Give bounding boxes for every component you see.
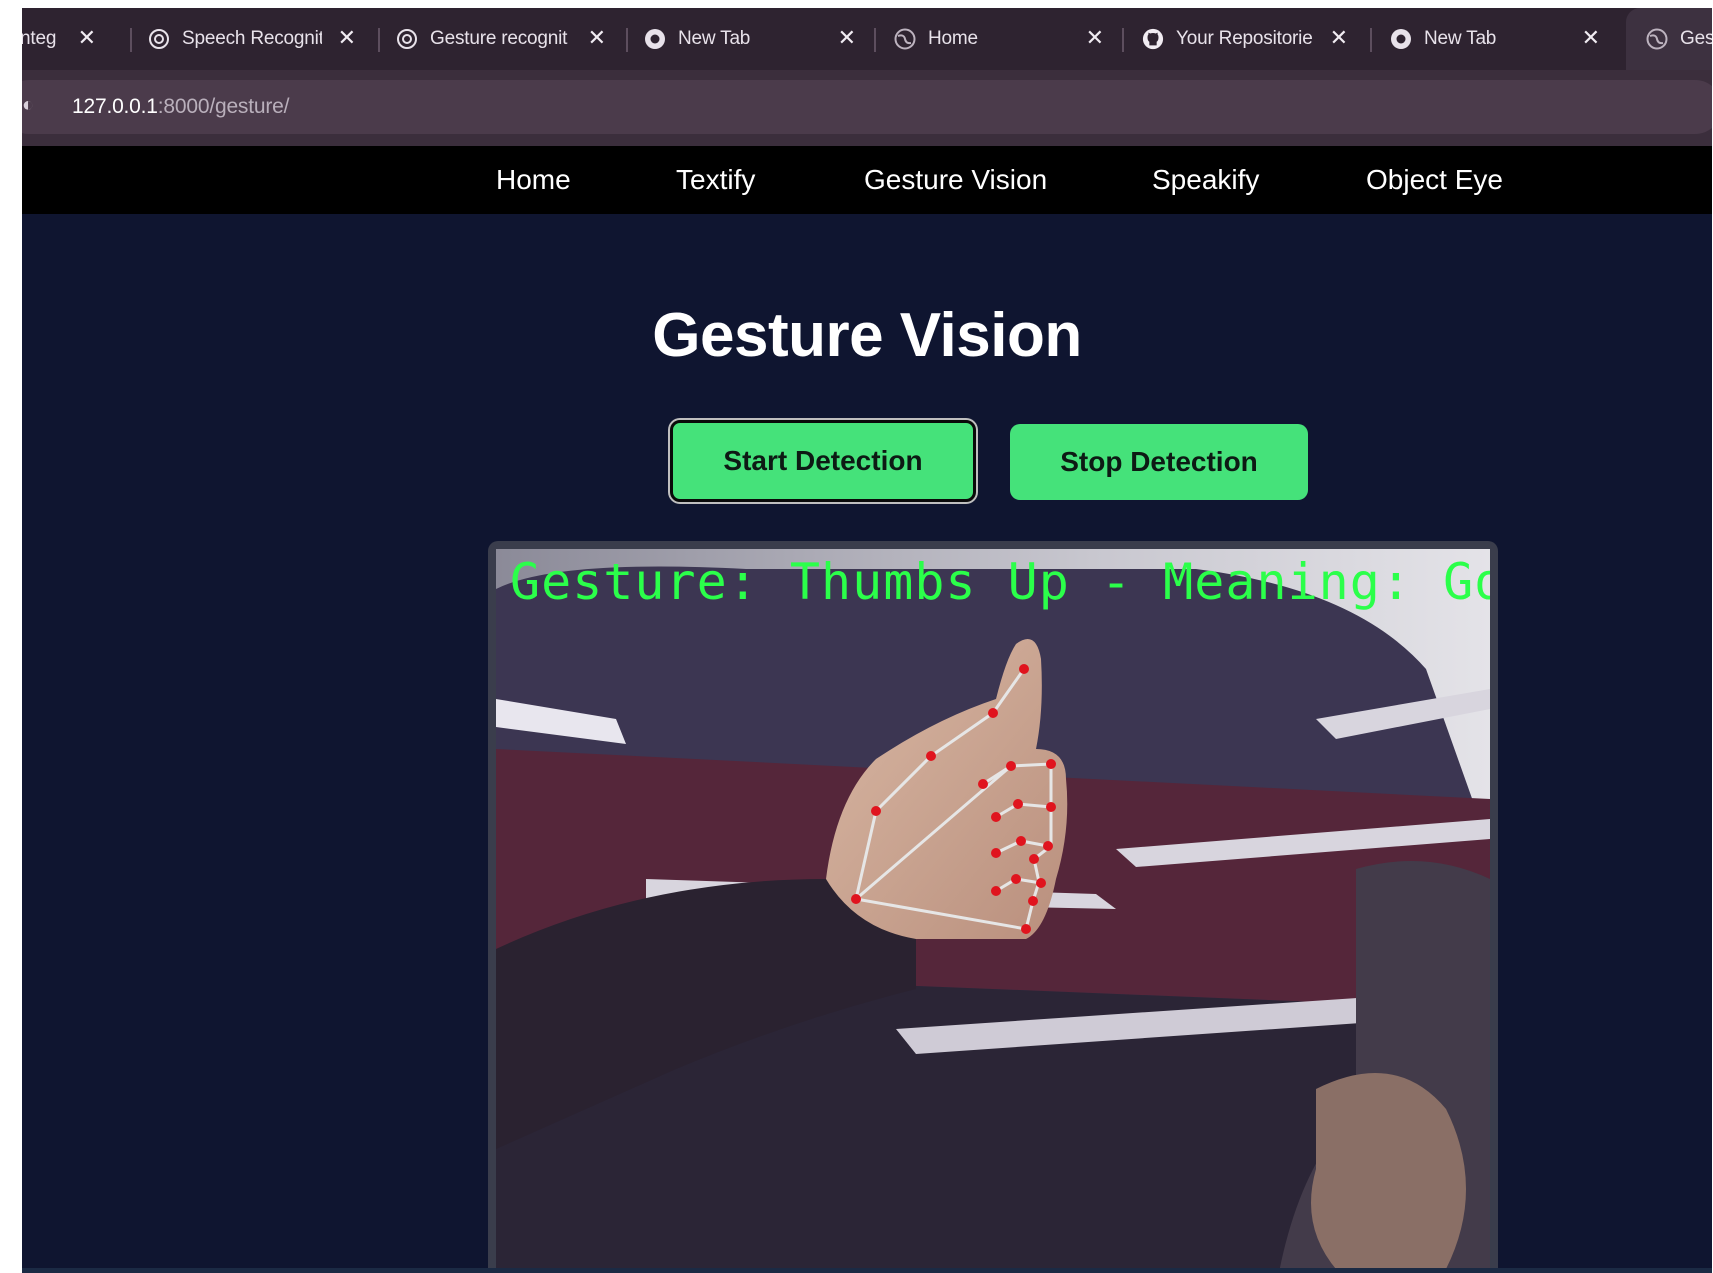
nav-gesture-vision[interactable]: Gesture Vision [864,164,1047,196]
tab-label: Your Repositorie [1176,28,1313,49]
video-container: Gesture: Thumbs Up - Meaning: Good j [488,541,1498,1273]
tab-strip: nteg ✕ Speech Recognit ✕ Gesture recogni… [22,8,1712,71]
browser-window: nteg ✕ Speech Recognit ✕ Gesture recogni… [22,8,1712,1273]
openai-icon [396,28,418,50]
tab-label: New Tab [1424,28,1497,49]
url-field[interactable]: ◐ 127.0.0.1:8000/gesture/ [22,80,1712,134]
globe-icon [1646,28,1668,50]
tab-github-repositories[interactable]: Your Repositorie ✕ [1138,8,1378,70]
tab-label: nteg [22,28,57,49]
tab-label: Gesture recognit [430,28,568,49]
close-icon[interactable]: ✕ [1582,25,1600,51]
tab-label: Speech Recognit [182,28,322,49]
site-nav: Home Textify Gesture Vision Speakify Obj… [22,146,1712,214]
tab-gesture-recognition[interactable]: Gesture recognit ✕ [392,8,632,70]
address-bar: ◐ 127.0.0.1:8000/gesture/ [22,70,1712,146]
chrome-icon [644,28,666,50]
close-icon[interactable]: ✕ [588,25,606,51]
url-text: 127.0.0.1:8000/gesture/ [72,95,290,118]
tab-speech-recognition[interactable]: Speech Recognit ✕ [144,8,384,70]
tab-gesture-active[interactable]: Gestur [1626,8,1712,70]
tab-label: Gestur [1680,28,1712,49]
stop-detection-button[interactable]: Stop Detection [1010,424,1308,500]
close-icon[interactable]: ✕ [1086,25,1104,51]
gesture-result-overlay: Gesture: Thumbs Up - Meaning: Good j [510,553,1490,611]
nav-textify[interactable]: Textify [676,164,755,196]
site-info-icon[interactable]: ◐ [22,94,46,120]
chrome-icon [1390,28,1412,50]
close-icon[interactable]: ✕ [338,25,356,51]
webcam-feed: Gesture: Thumbs Up - Meaning: Good j [496,549,1490,1273]
tab-label: New Tab [678,28,751,49]
nav-speakify[interactable]: Speakify [1152,164,1259,196]
tab-new-tab[interactable]: New Tab ✕ [642,8,882,70]
nav-object-eye[interactable]: Object Eye [1366,164,1503,196]
hand-landmarks [851,664,1056,934]
tab-label: Home [928,28,978,49]
tab-new-tab-2[interactable]: New Tab ✕ [1386,8,1626,70]
page-title: Gesture Vision [652,301,1082,370]
globe-icon [894,28,916,50]
tab-home[interactable]: Home ✕ [890,8,1130,70]
nav-home[interactable]: Home [496,164,571,196]
close-icon[interactable]: ✕ [1330,25,1348,51]
tab-integ[interactable]: nteg ✕ [22,8,120,70]
window-bottom-edge [22,1268,1712,1273]
github-icon [1142,28,1164,50]
start-detection-button[interactable]: Start Detection [670,420,976,502]
close-icon[interactable]: ✕ [78,25,96,51]
openai-icon [148,28,170,50]
close-icon[interactable]: ✕ [838,25,856,51]
